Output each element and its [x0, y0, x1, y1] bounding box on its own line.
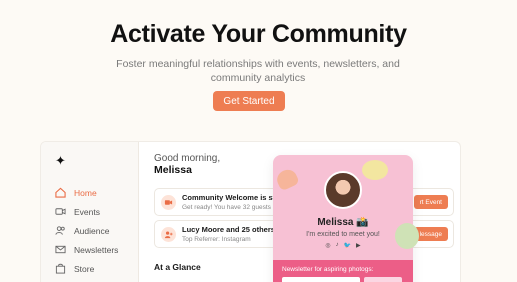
sidebar-item-label: Home	[74, 187, 97, 198]
sidebar-item-audience[interactable]: Audience	[55, 225, 109, 236]
greeting: Good morning,	[154, 153, 221, 164]
sparkle-logo-icon: ✦	[55, 153, 66, 168]
sidebar-item-label: Store	[74, 263, 95, 274]
card-subtitle: Get ready! You have 32 guests	[182, 204, 271, 211]
instagram-icon[interactable]: ◎	[325, 242, 330, 249]
profile-name: Melissa 📸	[317, 217, 369, 228]
sidebar: ✦ Home Events Audience Newsletters Store	[41, 142, 139, 282]
start-event-button[interactable]: rt Event	[413, 195, 448, 209]
video-icon	[55, 208, 66, 215]
youtube-icon[interactable]: ▶	[356, 242, 361, 249]
user-plus-icon	[161, 227, 176, 242]
tiktok-icon[interactable]: ♪	[336, 242, 339, 249]
social-links: ◎ ♪ 🐦 ▶	[273, 242, 413, 249]
card-title: Community Welcome is starti	[182, 193, 287, 202]
macaron-decoration	[362, 160, 388, 180]
newsletter-subscribe-button[interactable]	[364, 277, 402, 282]
newsletter-label: Newsletter for aspiring photogs:	[282, 266, 374, 273]
greeting-name: Melissa	[154, 164, 192, 176]
card-subtitle: Top Referrer: Instagram	[182, 236, 251, 243]
home-icon	[55, 187, 66, 198]
sidebar-item-store[interactable]: Store	[55, 263, 94, 274]
sidebar-item-home[interactable]: Home	[55, 187, 97, 198]
video-icon	[161, 195, 176, 210]
newsletter-email-input[interactable]	[282, 277, 360, 282]
twitter-icon[interactable]: 🐦	[344, 242, 351, 249]
macaron-decoration	[395, 223, 419, 249]
hero-title: Activate Your Community	[110, 20, 407, 48]
sidebar-item-events[interactable]: Events	[55, 206, 100, 217]
avatar	[324, 171, 362, 209]
sidebar-item-label: Audience	[74, 225, 110, 236]
profile-bio: I'm excited to meet you!	[306, 231, 380, 238]
hero-subtitle: Foster meaningful relationships with eve…	[116, 58, 400, 84]
sidebar-item-newsletters[interactable]: Newsletters	[55, 244, 118, 255]
bag-icon	[55, 263, 66, 274]
section-title: At a Glance	[154, 262, 201, 272]
get-started-button[interactable]: Get Started	[213, 91, 285, 111]
sidebar-item-label: Newsletters	[74, 244, 119, 255]
mail-icon	[55, 245, 66, 254]
users-icon	[55, 226, 65, 235]
sidebar-item-label: Events	[74, 206, 100, 217]
